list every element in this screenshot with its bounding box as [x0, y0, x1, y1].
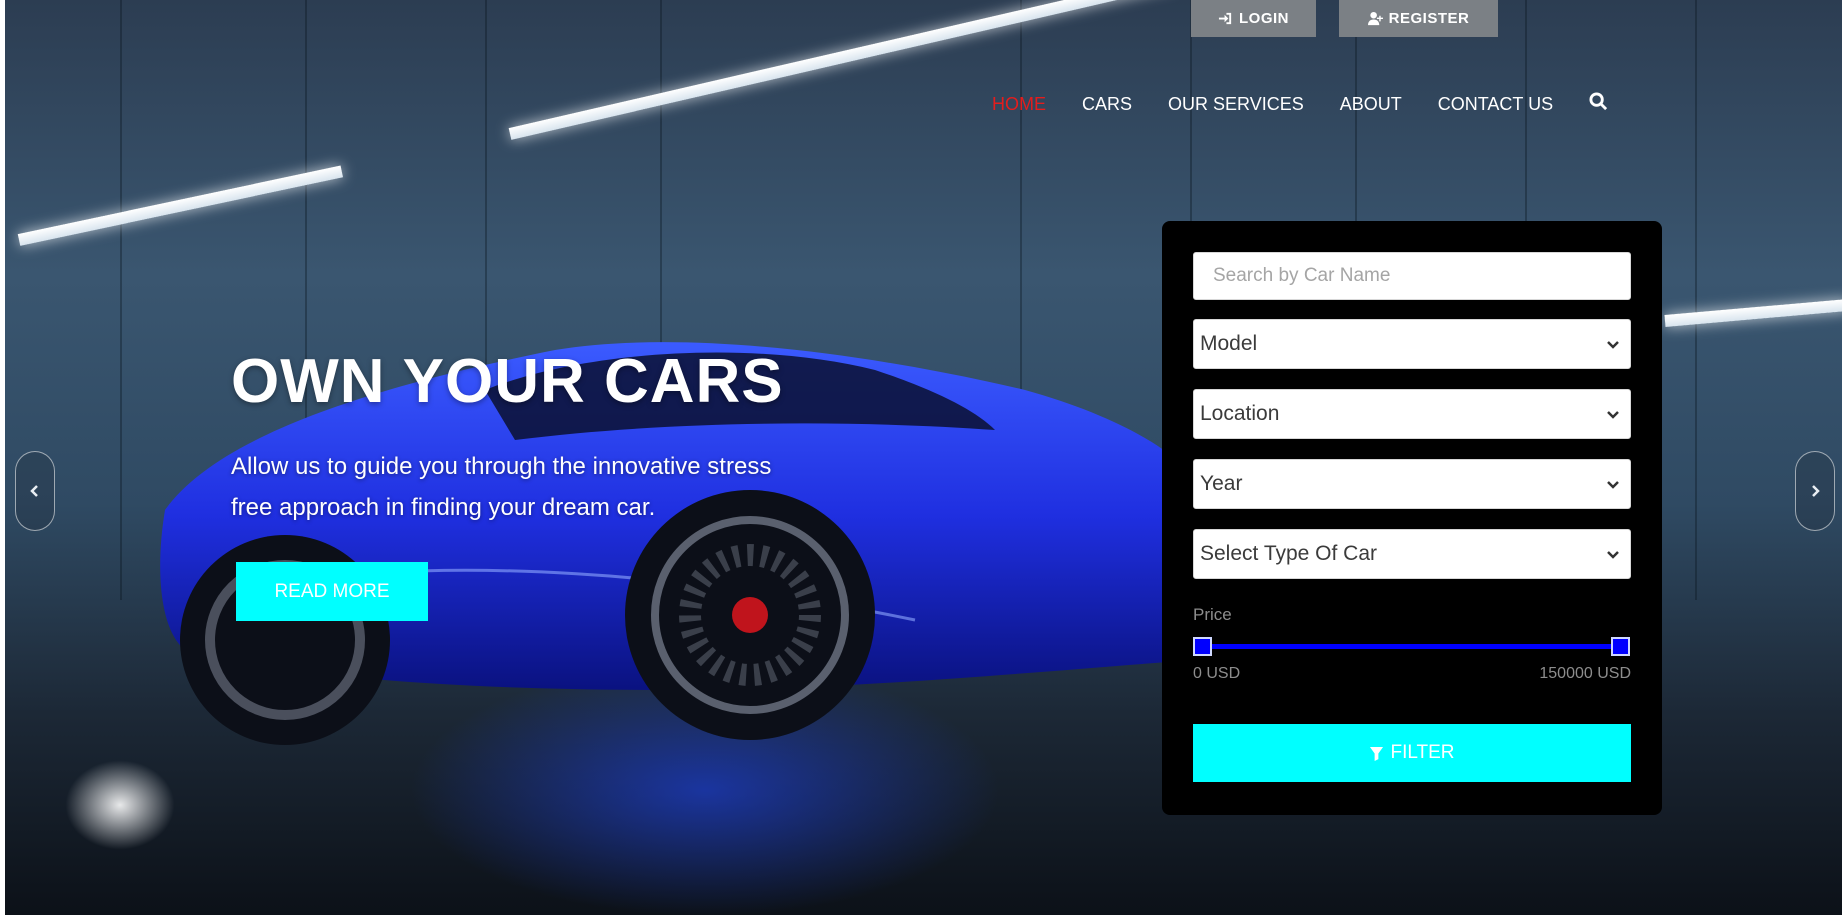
location-select-value: Location: [1200, 402, 1280, 425]
register-label: REGISTER: [1388, 10, 1470, 27]
login-button[interactable]: LOGIN: [1191, 0, 1316, 37]
filter-button-label: FILTER: [1390, 742, 1455, 763]
ceiling-light: [17, 165, 344, 246]
wall-panel: [1695, 0, 1697, 600]
price-range-track: [1202, 644, 1620, 649]
price-max-handle[interactable]: [1611, 637, 1630, 656]
chevron-left-icon: [30, 485, 38, 497]
nav-item-cars[interactable]: CARS: [1082, 94, 1132, 115]
main-nav: HOME CARS OUR SERVICES ABOUT CONTACT US: [992, 92, 1608, 116]
read-more-button[interactable]: READ MORE: [236, 562, 428, 621]
price-max-value: 150000 USD: [1539, 665, 1631, 682]
car-name-search-input[interactable]: Search by Car Name: [1193, 252, 1631, 300]
location-select[interactable]: Location: [1193, 389, 1631, 439]
nav-item-contact-us[interactable]: CONTACT US: [1438, 94, 1553, 115]
wall-panel: [120, 0, 122, 600]
year-select[interactable]: Year: [1193, 459, 1631, 509]
price-min-handle[interactable]: [1193, 637, 1212, 656]
user-plus-icon: [1367, 11, 1383, 26]
sign-in-icon: [1218, 12, 1232, 25]
chevron-down-icon: [1607, 341, 1619, 349]
nav-item-home[interactable]: HOME: [992, 94, 1046, 115]
hero-title: OWN YOUR CARS: [231, 347, 784, 416]
car-type-select-value: Select Type Of Car: [1200, 542, 1378, 565]
next-slide-button[interactable]: [1795, 451, 1835, 531]
filter-icon: [1370, 746, 1384, 761]
year-select-value: Year: [1200, 472, 1243, 495]
car-filter-panel: Search by Car Name Model Location Year S…: [1162, 221, 1662, 815]
chevron-right-icon: [1812, 485, 1820, 497]
floor-reflection: [65, 760, 175, 850]
filter-button[interactable]: FILTER: [1193, 724, 1631, 782]
price-min-value: 0 USD: [1193, 665, 1241, 682]
chevron-down-icon: [1607, 551, 1619, 559]
register-button[interactable]: REGISTER: [1339, 0, 1498, 37]
nav-item-our-services[interactable]: OUR SERVICES: [1168, 94, 1304, 115]
hero-subtitle: Allow us to guide you through the innova…: [231, 453, 772, 521]
car-type-select[interactable]: Select Type Of Car: [1193, 529, 1631, 579]
ceiling-light: [508, 0, 1174, 140]
nav-item-about[interactable]: ABOUT: [1340, 94, 1402, 115]
search-icon[interactable]: [1589, 92, 1608, 116]
price-label: Price: [1193, 605, 1232, 624]
chevron-down-icon: [1607, 481, 1619, 489]
prev-slide-button[interactable]: [15, 451, 55, 531]
login-label: LOGIN: [1239, 10, 1289, 27]
model-select[interactable]: Model: [1193, 319, 1631, 369]
ceiling-light: [1664, 298, 1842, 327]
chevron-down-icon: [1607, 411, 1619, 419]
model-select-value: Model: [1200, 332, 1258, 355]
